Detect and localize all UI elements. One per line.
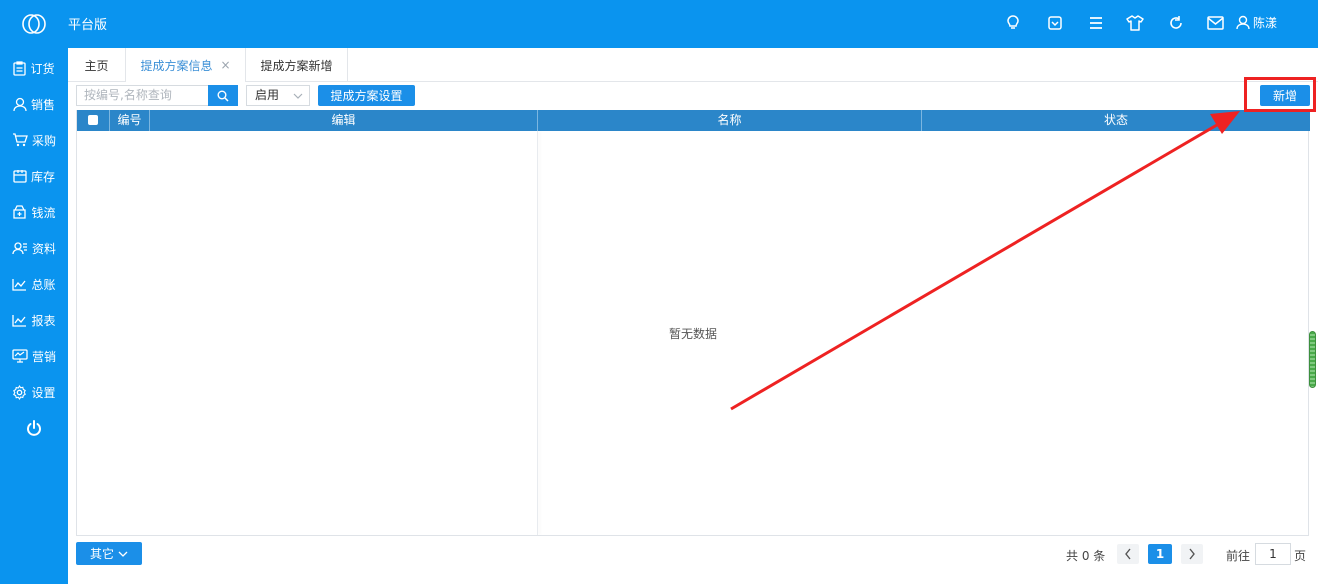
logo-icon[interactable] <box>20 11 48 37</box>
sidebar-item-label: 资料 <box>31 241 56 256</box>
top-bar: 平台版 陈漾 <box>0 0 1318 48</box>
tab-commission-add[interactable]: 提成方案新增 <box>246 48 348 82</box>
data-table: 编号 编辑 名称 状态 暂无数据 <box>76 110 1310 536</box>
sidebar-item-label: 采购 <box>31 133 56 148</box>
sidebar-item-ledger[interactable]: 总账 <box>0 266 68 302</box>
sidebar-item-label: 营销 <box>31 349 56 364</box>
tab-label: 主页 <box>84 58 109 73</box>
sidebar-item-label: 库存 <box>30 169 55 184</box>
lightbulb-icon[interactable] <box>1003 13 1023 33</box>
status-select[interactable]: 启用 <box>246 85 310 106</box>
sidebar-item-sales[interactable]: 销售 <box>0 86 68 122</box>
goto-page-input[interactable]: 1 <box>1255 543 1291 565</box>
logout-button[interactable] <box>0 410 68 446</box>
sidebar-item-cashflow[interactable]: 钱流 <box>0 194 68 230</box>
other-button[interactable]: 其它 <box>76 542 142 565</box>
user-name: 陈漾 <box>1253 16 1278 30</box>
chart-icon <box>12 278 27 291</box>
box-icon <box>13 170 27 183</box>
user-icon <box>1236 15 1250 30</box>
person-icon <box>13 97 27 111</box>
clipboard-icon <box>13 60 27 76</box>
chevron-down-icon <box>293 86 303 111</box>
total-count: 共 0 条 <box>1066 549 1106 563</box>
search-button[interactable] <box>208 85 238 106</box>
chevron-down-icon <box>118 551 128 557</box>
report-icon <box>12 314 27 327</box>
user-menu[interactable]: 陈漾 <box>1236 14 1277 31</box>
page-suffix: 页 <box>1294 549 1307 563</box>
search-icon <box>217 90 229 102</box>
sidebar-item-label: 订货 <box>30 61 55 76</box>
sidebar-item-label: 钱流 <box>31 205 56 220</box>
contacts-icon <box>12 242 27 255</box>
column-header-name[interactable]: 名称 <box>538 110 922 131</box>
close-icon[interactable]: × <box>220 58 230 72</box>
dropdown-box-icon[interactable] <box>1045 13 1065 33</box>
wallet-icon <box>13 205 27 219</box>
sidebar-item-reports[interactable]: 报表 <box>0 302 68 338</box>
tab-home[interactable]: 主页 <box>68 48 126 82</box>
goto-label: 前往 <box>1226 549 1251 563</box>
frozen-column-divider <box>537 131 538 535</box>
empty-message: 暂无数据 <box>669 327 718 341</box>
select-all-checkbox[interactable] <box>88 115 98 125</box>
tab-commission-info[interactable]: 提成方案信息 × <box>126 48 246 82</box>
table-header: 编号 编辑 名称 状态 <box>77 110 1310 131</box>
sidebar: 订货 销售 采购 库存 钱流 资料 总账 报表 营销 设置 <box>0 48 68 584</box>
select-all-checkbox-cell[interactable] <box>77 110 110 131</box>
column-header-status[interactable]: 状态 <box>922 110 1310 131</box>
sidebar-item-marketing[interactable]: 营销 <box>0 338 68 374</box>
monitor-icon <box>12 349 28 363</box>
search-input[interactable]: 按编号,名称查询 <box>76 85 208 106</box>
mail-icon[interactable] <box>1205 13 1225 33</box>
refresh-icon[interactable] <box>1166 13 1186 33</box>
commission-settings-button[interactable]: 提成方案设置 <box>318 85 415 106</box>
shirt-icon[interactable] <box>1125 13 1145 33</box>
sidebar-item-inventory[interactable]: 库存 <box>0 158 68 194</box>
column-header-code[interactable]: 编号 <box>110 110 150 131</box>
column-header-edit[interactable]: 编辑 <box>150 110 538 131</box>
sidebar-item-settings[interactable]: 设置 <box>0 374 68 410</box>
sidebar-item-purchase[interactable]: 采购 <box>0 122 68 158</box>
cart-icon <box>12 133 28 147</box>
highlight-box <box>1244 77 1316 112</box>
power-icon <box>27 419 41 436</box>
sidebar-item-data[interactable]: 资料 <box>0 230 68 266</box>
tab-label: 提成方案新增 <box>260 58 333 73</box>
sidebar-item-label: 报表 <box>31 313 56 328</box>
prev-page-button[interactable] <box>1117 544 1139 564</box>
sidebar-item-label: 销售 <box>30 97 55 112</box>
sidebar-item-orders[interactable]: 订货 <box>0 50 68 86</box>
other-button-label: 其它 <box>89 547 114 561</box>
status-select-value: 启用 <box>255 88 280 102</box>
page-number-current[interactable]: 1 <box>1148 544 1172 564</box>
tab-bar: 主页 提成方案信息 × 提成方案新增 <box>68 48 1318 82</box>
app-name: 平台版 <box>68 18 108 33</box>
chevron-right-icon <box>1189 548 1195 560</box>
menu-icon[interactable] <box>1086 13 1106 33</box>
sidebar-item-label: 设置 <box>31 385 56 400</box>
scroll-handle[interactable] <box>1309 331 1316 388</box>
chevron-left-icon <box>1125 548 1131 560</box>
gear-icon <box>13 384 27 400</box>
sidebar-item-label: 总账 <box>31 277 56 292</box>
next-page-button[interactable] <box>1181 544 1203 564</box>
tab-label: 提成方案信息 <box>140 58 213 73</box>
